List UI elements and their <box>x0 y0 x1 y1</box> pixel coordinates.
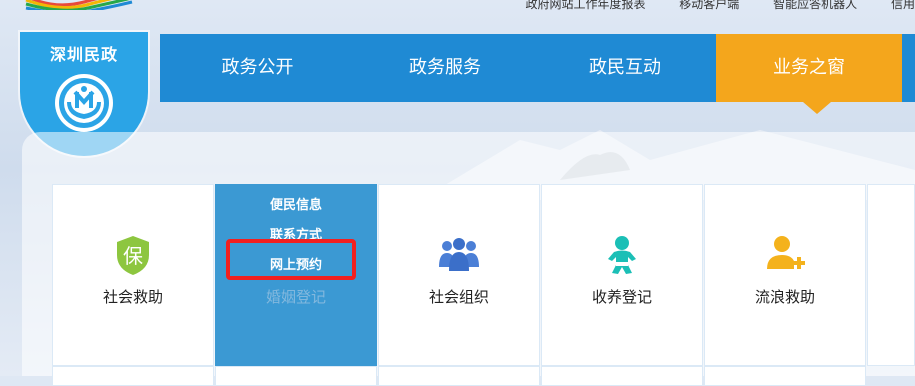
nav-interaction[interactable]: 政民互动 <box>535 34 715 102</box>
tile-row2[interactable] <box>52 366 214 386</box>
submenu-convenience-info[interactable]: 便民信息 <box>216 191 376 221</box>
nav-gov-affairs-open[interactable]: 政务公开 <box>160 34 355 102</box>
toplink-robot[interactable]: 智能应答机器人 <box>773 0 857 12</box>
baby-icon <box>608 236 636 274</box>
top-strip: 政府网站工作年度报表 移动客户端 智能应答机器人 信用 <box>0 0 915 12</box>
tile-row2[interactable] <box>378 366 540 386</box>
svg-text:保: 保 <box>123 244 143 268</box>
tile-row2[interactable] <box>704 366 866 386</box>
tile-row2[interactable] <box>215 366 377 386</box>
tile-label: 收养登记 <box>591 288 652 306</box>
tile-row2[interactable] <box>541 366 703 386</box>
nav-gov-services[interactable]: 政务服务 <box>355 34 535 102</box>
highlight-box <box>226 239 356 280</box>
tile-label: 社会救助 <box>102 288 163 306</box>
tile-adoption-registration[interactable]: 收养登记 <box>541 184 703 366</box>
people-group-icon <box>439 238 479 271</box>
tile-social-organizations[interactable]: 社会组织 <box>378 184 540 366</box>
top-links: 政府网站工作年度报表 移动客户端 智能应答机器人 信用 <box>495 0 915 12</box>
tile-label: 流浪救助 <box>754 288 815 306</box>
nav-business-window[interactable]: 业务之窗 <box>716 34 902 102</box>
insurance-shield-icon: 保 <box>117 236 149 275</box>
tile-label: 社会组织 <box>428 288 489 306</box>
site-logo-icon[interactable] <box>24 0 134 10</box>
badge-title: 深圳民政 <box>49 45 118 64</box>
toplink-annual-report[interactable]: 政府网站工作年度报表 <box>525 0 645 12</box>
toplink-credit[interactable]: 信用 <box>891 0 915 12</box>
tile-partial[interactable] <box>867 184 915 366</box>
tile-social-assistance[interactable]: 保 社会救助 <box>52 184 214 366</box>
tile-vagrant-assistance[interactable]: 流浪救助 <box>704 184 866 366</box>
toplink-mobile-client[interactable]: 移动客户端 <box>679 0 739 12</box>
user-add-icon <box>767 236 805 269</box>
main-nav: 政务公开 政务服务 政民互动 业务之窗 <box>160 34 915 102</box>
tile-label: 婚姻登记 <box>265 288 326 306</box>
